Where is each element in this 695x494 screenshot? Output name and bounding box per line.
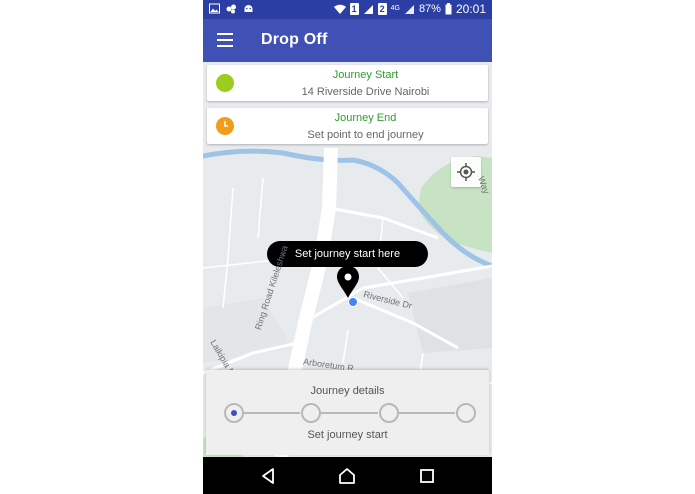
my-location-icon <box>457 163 475 181</box>
android-icon <box>244 5 253 12</box>
notification-icons <box>209 3 254 14</box>
journey-end-title: Journey End <box>334 112 397 124</box>
wifi-icon <box>333 4 346 14</box>
step-connector <box>399 412 455 414</box>
journey-end-address: Set point to end journey <box>307 129 424 141</box>
signal-icon-2 <box>404 4 414 14</box>
image-icon <box>209 3 220 14</box>
step-2-radio[interactable] <box>301 403 321 423</box>
journey-details-title: Journey details <box>310 385 385 397</box>
step-3-radio[interactable] <box>379 403 399 423</box>
battery-percent: 87% <box>418 3 441 15</box>
navigation-bar <box>203 457 492 494</box>
sim1-indicator: 1 <box>349 3 359 15</box>
app-bar: Drop Off <box>203 19 492 62</box>
my-location-button[interactable] <box>451 157 481 187</box>
clock: 20:01 <box>455 2 486 16</box>
home-icon[interactable] <box>337 466 357 486</box>
step-1-radio[interactable] <box>224 403 244 423</box>
journey-status: Set journey start <box>307 429 388 441</box>
recents-icon[interactable] <box>417 466 437 486</box>
step-connector <box>244 412 300 414</box>
bubbles-icon <box>226 4 236 14</box>
status-bar: 1 2 4G 87% 20:01 <box>203 0 492 19</box>
hamburger-menu-icon[interactable] <box>217 33 233 47</box>
journey-end-card[interactable]: Journey End Set point to end journey <box>207 108 488 144</box>
system-icons: 1 2 4G 87% 20:01 <box>333 2 486 16</box>
journey-start-address: 14 Riverside Drive Nairobi <box>301 86 430 98</box>
journey-details-panel: Journey details Set journey start <box>206 370 489 455</box>
journey-stepper <box>224 403 476 423</box>
journey-start-title: Journey Start <box>332 69 399 81</box>
network-type: 4G <box>390 5 400 12</box>
phone-screen: 1 2 4G 87% 20:01 Drop Off Journey Start … <box>203 0 492 494</box>
current-location-dot <box>349 298 357 306</box>
signal-icon <box>363 4 373 14</box>
step-4-radio[interactable] <box>456 403 476 423</box>
sim2-indicator: 2 <box>377 3 387 15</box>
start-dot-icon <box>216 74 234 92</box>
battery-icon <box>445 3 452 15</box>
step-connector <box>321 412 378 414</box>
page-title: Drop Off <box>261 31 328 48</box>
set-journey-start-button[interactable]: Set journey start here <box>267 241 428 267</box>
clock-icon <box>216 117 234 135</box>
back-icon[interactable] <box>258 466 278 486</box>
journey-start-card[interactable]: Journey Start 14 Riverside Drive Nairobi <box>207 65 488 101</box>
